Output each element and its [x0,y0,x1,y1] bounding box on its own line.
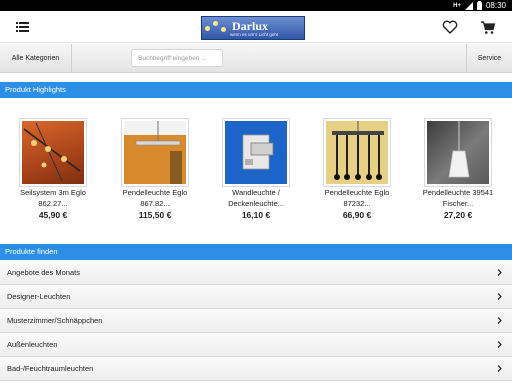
list-item-showroom[interactable]: Musterzimmer/Schnäppchen [0,309,512,333]
list-item-label: Musterzimmer/Schnäppchen [7,316,103,325]
status-time: 08:30 [485,1,506,10]
product-image [19,118,87,187]
product-image [222,118,290,187]
list-item-designer[interactable]: Designer-Leuchten [0,285,512,309]
product-card[interactable]: Seilsystem 3m Eglo 862.27... 45,90 € [3,98,103,220]
product-price: 27,20 € [443,210,473,220]
product-name: 87232... [343,199,371,208]
search-bar: Alle Kategorien Service [0,44,512,73]
heart-icon[interactable] [442,20,458,34]
battery-icon [476,0,482,10]
list-item-label: Designer-Leuchten [7,292,71,301]
menu-icon[interactable] [16,22,29,33]
product-name: 862.27... [38,199,68,208]
chevron-right-icon [497,293,502,300]
list-item-outdoor[interactable]: Außenleuchten [0,333,512,357]
cart-icon[interactable] [480,20,496,35]
lamp-icon [205,20,229,37]
search-input[interactable] [131,49,223,67]
product-image [323,118,391,187]
product-name: Pendelleuchte Eglo [324,188,390,197]
product-price: 115,50 € [138,210,172,220]
product-image [424,118,492,187]
list-item-label: Angebote des Monats [7,268,80,277]
product-name: Seilsystem 3m Eglo [20,188,86,197]
darlux-logo[interactable]: Darlux wenn es um's Licht geht [201,16,305,40]
product-highlights: Seilsystem 3m Eglo 862.27... 45,90 € Pen… [0,98,512,246]
product-card[interactable]: Wandleuchte / Deckenleuchte... 16,10 € [206,98,306,220]
product-card[interactable]: Pendelleuchte Eglo 87232... 66,90 € [307,98,407,220]
list-item-bathroom[interactable]: Bad-/Feuchtraumleuchten [0,357,512,381]
signal-icon [464,1,473,10]
product-name: Pendelleuchte 39541 [422,188,494,197]
product-card[interactable]: Pendelleuchte Eglo 867.82... 115,50 € [105,98,205,220]
product-name: Deckenleuchte... [228,199,284,208]
product-name: Pendelleuchte Eglo [122,188,188,197]
chevron-right-icon [497,341,502,348]
finder-header: Produkte finden [0,244,512,260]
chevron-right-icon [497,365,502,372]
service-button[interactable]: Service [466,44,512,73]
product-card[interactable]: Pendelleuchte 39541 Fischer... 27,20 € [408,98,508,220]
status-bar: H+ 08:30 [0,0,512,11]
all-categories-button[interactable]: Alle Kategorien [0,44,72,73]
chevron-right-icon [497,317,502,324]
chevron-right-icon [497,269,502,276]
product-image [121,118,189,187]
app-bar: Darlux wenn es um's Licht geht [0,11,512,43]
product-name: 867.82... [140,199,170,208]
highlights-header: Produkt Highlights [0,82,512,98]
product-name: Fischer... [442,199,474,208]
network-type: H+ [453,2,461,9]
list-item-offers[interactable]: Angebote des Monats [0,261,512,285]
product-price: 66,90 € [342,210,372,220]
list-item-label: Außenleuchten [7,340,58,349]
product-price: 45,90 € [38,210,68,220]
list-item-label: Bad-/Feuchtraumleuchten [7,364,94,373]
category-list: Angebote des Monats Designer-Leuchten Mu… [0,261,512,381]
product-price: 16,10 € [241,210,271,220]
product-name: Wandleuchte / [232,188,280,197]
logo-tagline: wenn es um's Licht geht [230,32,279,37]
